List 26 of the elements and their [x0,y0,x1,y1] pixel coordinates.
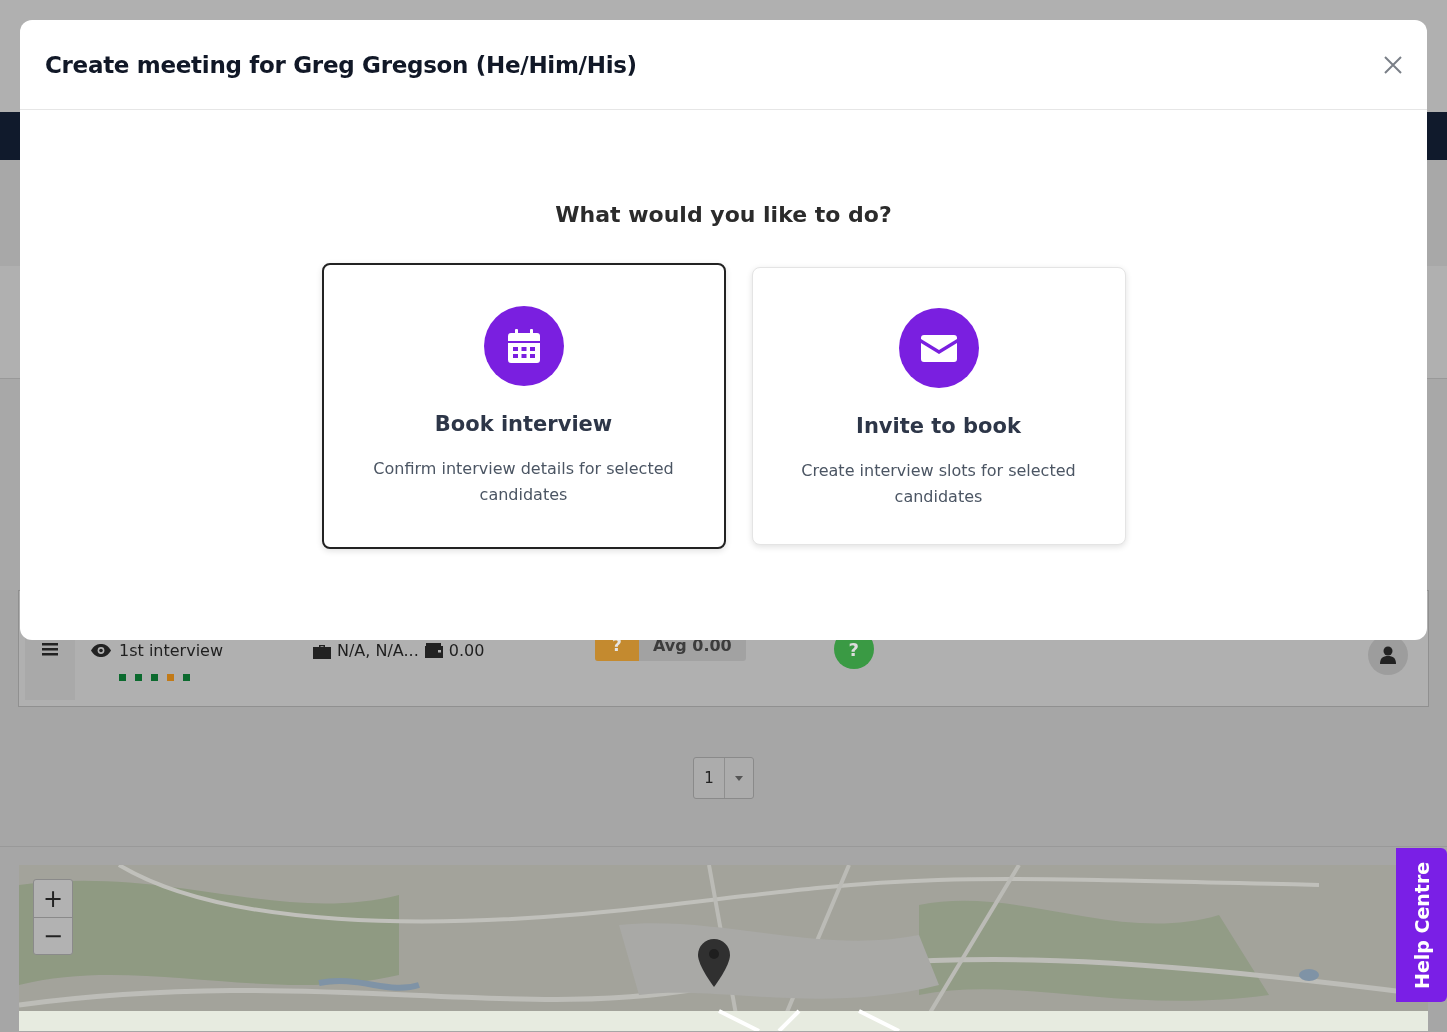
wallet-icon [424,643,443,658]
salary-text: 0.00 [448,641,485,660]
option-card[interactable]: Invite to book Create interview slots for selected candidates [751,267,1126,545]
envelope-icon [920,334,957,362]
map-pin-icon[interactable] [698,939,730,987]
question-heading: What would you like to do? [554,202,893,227]
location-text: N/A, N/A... [337,641,419,660]
option-title: Invite to book [856,414,1021,438]
help-centre-tab[interactable]: Help Centre [1396,848,1447,1002]
dialog-title: Create meeting for Greg Gregson (He/Him/His) [45,51,638,78]
option-description: Confirm interview details for selected candidates [372,458,675,506]
close-icon [1384,55,1402,74]
person-icon [1380,646,1396,664]
zoom-in-button[interactable]: + [34,880,72,917]
zoom-out-button[interactable]: − [34,917,72,954]
calendar-icon [507,329,540,363]
stage-label: 1st interview [119,641,223,660]
caret-icon [734,775,743,781]
eye-icon [91,644,111,657]
option-description: Create interview slots for selected candidates [800,460,1077,508]
option-card[interactable]: Book interview Confirm interview details for selected candidates [321,263,726,549]
page-select[interactable]: 1 [693,757,754,799]
close-button[interactable] [1384,55,1402,74]
briefcase-icon [313,642,331,659]
menu-icon[interactable] [42,643,58,656]
option-title: Book interview [434,412,613,436]
